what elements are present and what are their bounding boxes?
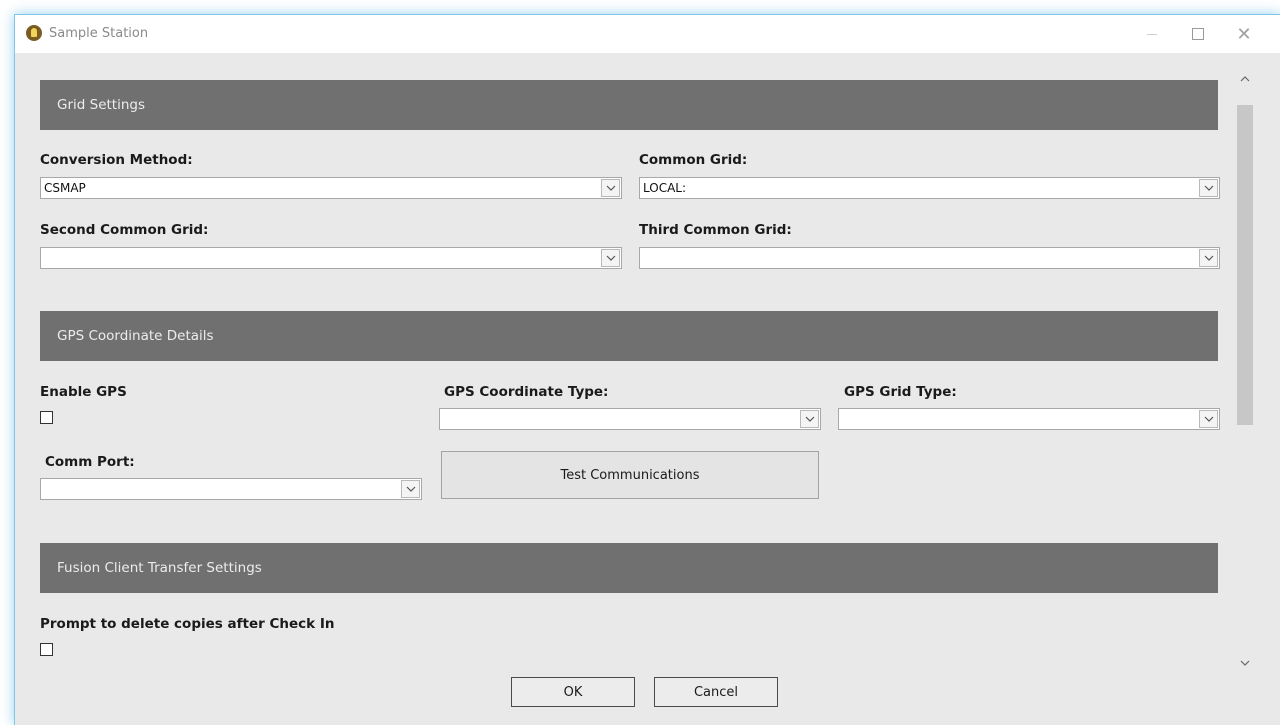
comm-port-label: Comm Port: — [45, 454, 135, 470]
gps-grid-type-label: GPS Grid Type: — [844, 384, 957, 400]
chevron-up-icon[interactable] — [1235, 71, 1255, 87]
gps-details-title: GPS Coordinate Details — [57, 328, 214, 344]
minimize-icon — [1147, 33, 1157, 35]
maximize-icon — [1192, 28, 1204, 40]
enable-gps-checkbox[interactable] — [40, 411, 53, 424]
enable-gps-label: Enable GPS — [40, 384, 127, 400]
chevron-down-icon[interactable] — [1199, 410, 1218, 428]
third-common-grid-label: Third Common Grid: — [639, 222, 792, 238]
chevron-down-icon[interactable] — [601, 249, 620, 267]
window-title: Sample Station — [49, 26, 149, 41]
conversion-method-label: Conversion Method: — [40, 152, 193, 168]
gps-details-header: GPS Coordinate Details — [40, 311, 1218, 361]
title-bar[interactable]: Sample Station ✕ — [15, 15, 1280, 53]
key-icon — [26, 25, 42, 41]
dialog-content: Grid Settings Conversion Method: CSMAP C… — [15, 53, 1280, 725]
close-button[interactable]: ✕ — [1221, 15, 1267, 53]
gps-coordinate-type-select[interactable] — [439, 408, 821, 430]
chevron-down-icon[interactable] — [1235, 655, 1255, 671]
chevron-down-icon[interactable] — [601, 179, 620, 197]
common-grid-value: LOCAL: — [643, 181, 687, 195]
second-common-grid-label: Second Common Grid: — [40, 222, 209, 238]
common-grid-label: Common Grid: — [639, 152, 748, 168]
chevron-down-icon[interactable] — [401, 480, 420, 498]
comm-port-select[interactable] — [40, 478, 422, 500]
dialog-window: Sample Station ✕ Grid Settings Conversio… — [14, 14, 1280, 725]
minimize-button[interactable] — [1129, 15, 1175, 53]
common-grid-select[interactable]: LOCAL: — [639, 177, 1220, 199]
gps-grid-type-select[interactable] — [838, 408, 1220, 430]
test-communications-button[interactable]: Test Communications — [441, 451, 819, 499]
vertical-scrollbar[interactable] — [1235, 71, 1255, 681]
chevron-down-icon[interactable] — [800, 410, 819, 428]
maximize-button[interactable] — [1175, 15, 1221, 53]
gps-coordinate-type-label: GPS Coordinate Type: — [444, 384, 609, 400]
scrollbar-thumb[interactable] — [1237, 105, 1253, 425]
second-common-grid-select[interactable] — [40, 247, 622, 269]
chevron-down-icon[interactable] — [1199, 249, 1218, 267]
conversion-method-select[interactable]: CSMAP — [40, 177, 622, 199]
chevron-down-icon[interactable] — [1199, 179, 1218, 197]
ok-button[interactable]: OK — [511, 677, 635, 707]
fusion-transfer-header: Fusion Client Transfer Settings — [40, 543, 1218, 593]
third-common-grid-select[interactable] — [639, 247, 1220, 269]
grid-settings-title: Grid Settings — [57, 97, 145, 113]
prompt-delete-checkbox[interactable] — [40, 643, 53, 656]
cancel-button[interactable]: Cancel — [654, 677, 778, 707]
fusion-transfer-title: Fusion Client Transfer Settings — [57, 560, 262, 576]
conversion-method-value: CSMAP — [44, 181, 86, 195]
grid-settings-header: Grid Settings — [40, 80, 1218, 130]
close-icon: ✕ — [1236, 23, 1252, 45]
prompt-delete-label: Prompt to delete copies after Check In — [40, 616, 335, 632]
